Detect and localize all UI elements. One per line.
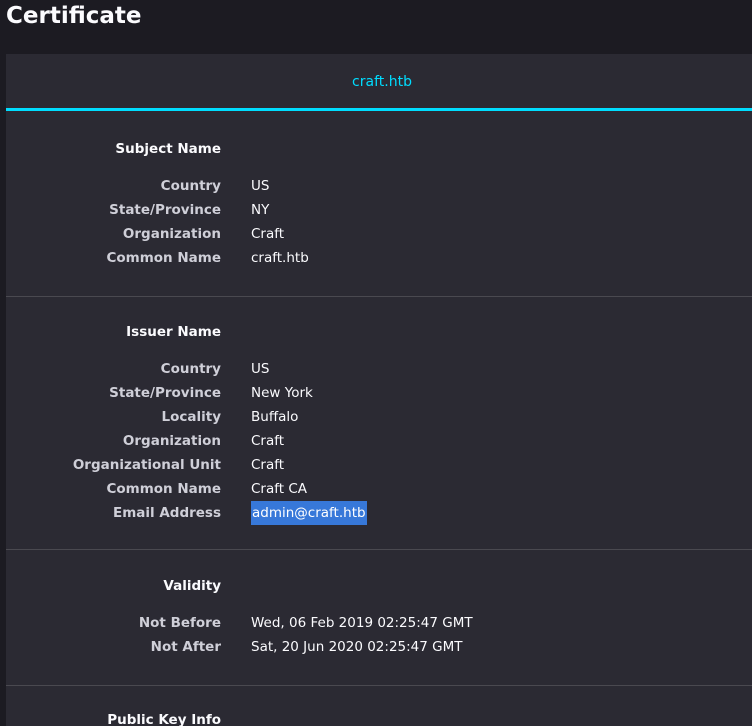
field-label: Common Name (106, 250, 221, 266)
field-value: Sat, 20 Jun 2020 02:25:47 GMT (251, 639, 463, 655)
subject-row-country: Country US (6, 174, 752, 198)
public-key-section: Public Key Info (6, 686, 752, 726)
issuer-row-organization: Organization Craft (6, 429, 752, 453)
field-value: Buffalo (251, 409, 299, 425)
field-label: Not After (150, 639, 221, 655)
field-value: US (251, 178, 270, 194)
field-value: Craft (251, 457, 285, 473)
field-label: State/Province (109, 385, 221, 401)
field-value: craft.htb (251, 250, 309, 266)
field-label: Organization (122, 433, 221, 449)
subject-name-title: Subject Name (115, 141, 221, 157)
email-value-selected[interactable]: admin@craft.htb (251, 501, 367, 525)
validity-row-not-before: Not Before Wed, 06 Feb 2019 02:25:47 GMT (6, 611, 752, 635)
certificate-viewer: Certificate craft.htb Subject Name Count… (0, 0, 752, 726)
field-value: Wed, 06 Feb 2019 02:25:47 GMT (251, 615, 473, 631)
page-title: Certificate (6, 3, 142, 29)
issuer-name-title: Issuer Name (126, 324, 221, 340)
issuer-row-org-unit: Organizational Unit Craft (6, 453, 752, 477)
field-label: Organizational Unit (72, 457, 221, 473)
field-label: Common Name (106, 481, 221, 497)
subject-row-common-name: Common Name craft.htb (6, 246, 752, 270)
issuer-row-locality: Locality Buffalo (6, 405, 752, 429)
field-label: Not Before (138, 615, 221, 631)
certificate-panel: craft.htb Subject Name Country US State/… (6, 54, 752, 726)
validity-section: Validity Not Before Wed, 06 Feb 2019 02:… (6, 550, 752, 686)
issuer-row-state: State/Province New York (6, 381, 752, 405)
field-label: Organization (122, 226, 221, 242)
tab-label: craft.htb (352, 74, 412, 90)
field-label: Email Address (112, 505, 221, 521)
issuer-name-section: Issuer Name Country US State/Province Ne… (6, 297, 752, 550)
field-label: Country (160, 178, 221, 194)
public-key-title: Public Key Info (107, 712, 221, 726)
field-value: New York (251, 385, 313, 401)
validity-row-not-after: Not After Sat, 20 Jun 2020 02:25:47 GMT (6, 635, 752, 659)
issuer-row-email: Email Address admin@craft.htb (6, 501, 752, 525)
field-value: US (251, 361, 270, 377)
subject-row-organization: Organization Craft (6, 222, 752, 246)
field-label: Locality (161, 409, 222, 425)
field-value: NY (251, 202, 270, 218)
field-value: Craft CA (251, 481, 308, 497)
issuer-row-country: Country US (6, 357, 752, 381)
tab-craft-htb[interactable]: craft.htb (6, 72, 752, 92)
field-label: State/Province (109, 202, 221, 218)
field-value: Craft (251, 433, 285, 449)
validity-title: Validity (163, 578, 221, 594)
subject-row-state: State/Province NY (6, 198, 752, 222)
field-value: Craft (251, 226, 285, 242)
tab-bar: craft.htb (6, 54, 752, 111)
field-label: Country (160, 361, 221, 377)
issuer-row-common-name: Common Name Craft CA (6, 477, 752, 501)
subject-name-section: Subject Name Country US State/Province N… (6, 111, 752, 297)
